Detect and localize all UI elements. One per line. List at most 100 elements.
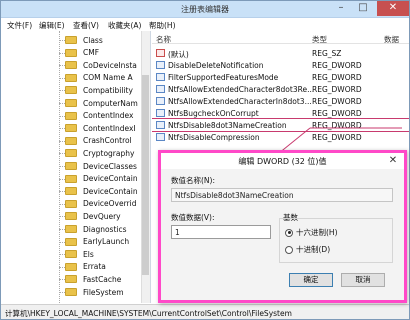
tree-item[interactable]: CoDeviceInsta <box>59 59 137 71</box>
maximize-icon[interactable]: □ <box>353 1 373 16</box>
tree-connector <box>59 166 65 167</box>
folder-icon <box>65 237 77 246</box>
value-name-label: 数值名称(N): <box>171 176 215 185</box>
tree-item[interactable]: ContentIndex <box>59 110 134 122</box>
tree-connector <box>59 191 65 193</box>
value-name: NtfsDisableCompression <box>168 133 260 142</box>
tree-item-label: Cryptography <box>83 148 135 158</box>
folder-icon <box>65 288 77 296</box>
tree-item-label: Els <box>83 249 94 259</box>
folder-icon <box>65 136 77 145</box>
tree-connector <box>59 65 65 67</box>
tree-item[interactable]: FastCache <box>59 273 121 285</box>
value-row[interactable]: NtfsDisableCompression REG_DWORD <box>152 131 409 143</box>
key-tree[interactable]: Class CMF CoDeviceInsta COM Name A Compatibi… <box>1 31 151 303</box>
value-row[interactable]: NtfsAllowExtendedCharacterIn8dot3... REG_… <box>152 95 409 107</box>
ok-button[interactable]: 确定 <box>289 273 333 287</box>
column-type[interactable]: 类型 <box>312 34 327 45</box>
tree-item-label: ContentIndex <box>83 111 134 121</box>
tree-item[interactable]: DeviceClasses <box>59 160 137 172</box>
tree-guide-line <box>59 31 60 303</box>
tree-item[interactable]: DeviceContain <box>59 173 138 185</box>
value-name: DisableDeleteNotification <box>168 61 264 70</box>
tree-item-label: Compatibility <box>83 85 133 95</box>
binary-value-icon <box>156 133 165 141</box>
menu-help[interactable]: 帮助(H) <box>149 20 176 31</box>
binary-value-icon <box>156 61 165 69</box>
tree-item[interactable]: DevQuery <box>59 210 121 222</box>
menu-edit[interactable]: 编辑(E) <box>39 20 65 31</box>
folder-icon <box>65 111 77 120</box>
tree-item-label: CrashControl <box>83 136 132 146</box>
dialog-close-icon[interactable]: ✕ <box>386 155 400 167</box>
value-name: NtfsAllowExtendedCharacterIn8dot3... <box>168 97 312 106</box>
folder-icon <box>65 73 77 82</box>
tree-connector <box>59 292 65 293</box>
dialog-title-bar: 编辑 DWORD (32 位)值 ✕ <box>161 153 404 169</box>
column-name[interactable]: 名称 <box>156 34 171 45</box>
tree-item-label: CoDeviceInsta <box>83 60 137 70</box>
close-icon[interactable]: ✕ <box>377 1 409 16</box>
tree-item[interactable]: Errata <box>59 261 106 273</box>
tree-item-label: COM Name A <box>83 73 133 83</box>
column-data[interactable]: 数据 <box>384 34 399 45</box>
tree-item[interactable]: ContentIndexI <box>59 122 136 134</box>
binary-value-icon <box>156 85 165 93</box>
tree-item[interactable]: COM Name A <box>59 72 133 84</box>
folder-icon <box>65 262 77 271</box>
folder-icon <box>65 36 77 44</box>
value-row[interactable]: (默认) REG_SZ <box>152 47 409 59</box>
tree-item[interactable]: Els <box>59 248 94 260</box>
folder-icon <box>65 162 77 170</box>
value-type: REG_DWORD <box>312 97 362 106</box>
value-type: REG_DWORD <box>312 73 362 82</box>
value-data-input[interactable]: 1 <box>171 225 271 239</box>
base-hex-radio[interactable]: 十六进制(H) <box>285 227 338 238</box>
tree-item[interactable]: ComputerNam <box>59 97 138 109</box>
tree-item[interactable]: Class <box>59 34 103 46</box>
value-row[interactable]: DisableDeleteNotification REG_DWORD <box>152 59 409 71</box>
minimize-icon[interactable]: – <box>331 1 351 16</box>
tree-item-label: Errata <box>83 262 106 272</box>
tree-item[interactable]: EarlyLaunch <box>59 236 129 248</box>
cancel-button[interactable]: 取消 <box>341 273 385 287</box>
tree-item[interactable]: FileSystem <box>59 286 124 298</box>
value-name-field[interactable]: NtfsDisable8dot3NameCreation <box>171 188 393 202</box>
status-path: 计算机\HKEY_LOCAL_MACHINE\SYSTEM\CurrentCon… <box>5 309 292 318</box>
tree-item-label: DeviceContain <box>83 174 138 184</box>
list-header: 名称 类型 数据 <box>152 31 409 44</box>
tree-item[interactable]: Cryptography <box>59 147 135 159</box>
tree-item[interactable]: DeviceOverrid <box>59 198 137 210</box>
tree-connector <box>59 229 65 230</box>
tree-item[interactable]: Compatibility <box>59 84 133 96</box>
title-bar: 注册表编辑器 – □ ✕ <box>1 1 409 18</box>
tree-connector <box>59 115 65 117</box>
menu-bar: 文件(F) 编辑(E) 查看(V) 收藏夹(A) 帮助(H) <box>1 18 409 31</box>
base-dec-radio[interactable]: 十进制(D) <box>285 244 330 255</box>
tree-item[interactable]: Diagnostics <box>59 223 127 235</box>
tree-item[interactable]: DeviceContain <box>59 185 138 197</box>
folder-icon <box>65 174 77 183</box>
tree-connector <box>59 254 65 256</box>
value-name: NtfsBugcheckOnCorrupt <box>168 109 259 118</box>
binary-value-icon <box>156 121 165 129</box>
menu-favorites[interactable]: 收藏夹(A) <box>108 20 141 31</box>
value-row[interactable]: NtfsAllowExtendedCharacter8dot3Re... REG_… <box>152 83 409 95</box>
selected-value-row[interactable]: NtfsDisable8dot3NameCreation REG_DWORD <box>152 118 409 132</box>
value-type: REG_SZ <box>312 49 342 58</box>
tree-connector <box>59 90 65 92</box>
folder-icon <box>65 225 77 233</box>
value-row[interactable]: NtfsBugcheckOnCorrupt REG_DWORD <box>152 107 409 119</box>
tree-item-label: CMF <box>83 48 100 58</box>
menu-view[interactable]: 查看(V) <box>73 20 99 31</box>
tree-connector <box>59 77 65 79</box>
tree-item[interactable]: CMF <box>59 47 100 59</box>
tree-connector <box>59 279 65 281</box>
tree-scrollbar-thumb[interactable] <box>142 75 149 275</box>
value-row[interactable]: FilterSupportedFeaturesMode REG_DWORD <box>152 71 409 83</box>
tree-item[interactable]: CrashControl <box>59 135 132 147</box>
folder-icon <box>65 275 77 284</box>
string-value-icon <box>156 49 165 57</box>
menu-file[interactable]: 文件(F) <box>7 20 32 31</box>
value-data-label: 数值数据(V): <box>171 213 215 222</box>
